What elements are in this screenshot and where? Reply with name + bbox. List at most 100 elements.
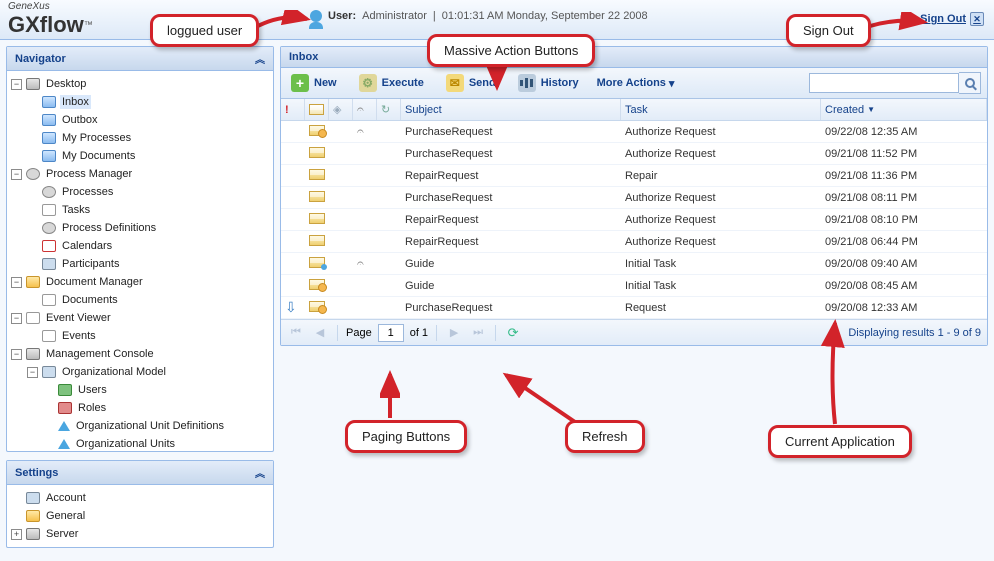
col-subject[interactable]: Subject xyxy=(401,99,621,120)
tree-documents[interactable]: Documents xyxy=(27,291,271,309)
sort-desc-icon: ▼ xyxy=(867,105,875,114)
settings-general[interactable]: General xyxy=(11,507,271,525)
settings-header[interactable]: Settings ︽ xyxy=(7,461,273,485)
signout-icon: ✕ xyxy=(970,12,984,26)
cell-created: 09/21/08 08:11 PM xyxy=(821,192,987,204)
col-attach[interactable]: 𝄐 xyxy=(353,99,377,120)
tree-desktop[interactable]: −Desktop xyxy=(11,75,271,93)
envelope-icon xyxy=(309,147,325,158)
envelope-icon xyxy=(309,301,325,312)
tree-outbox[interactable]: Outbox xyxy=(27,111,271,129)
envelope-icon xyxy=(309,125,325,136)
user-name: Administrator xyxy=(362,10,427,22)
doc-icon xyxy=(42,294,56,306)
table-row[interactable]: ⇩PurchaseRequestRequest09/20/08 12:33 AM xyxy=(281,297,987,319)
table-row[interactable]: GuideInitial Task09/20/08 08:45 AM xyxy=(281,275,987,297)
col-tag[interactable]: ◈ xyxy=(329,99,353,120)
collapse-icon[interactable]: ︽ xyxy=(255,51,265,66)
tree-management-console[interactable]: −Management Console xyxy=(11,345,271,363)
search-button[interactable] xyxy=(959,72,981,94)
tree-event-viewer[interactable]: −Event Viewer xyxy=(11,309,271,327)
divider: | xyxy=(433,10,436,22)
gear-icon xyxy=(26,168,40,180)
tree-calendars[interactable]: Calendars xyxy=(27,237,271,255)
col-refresh[interactable]: ↻ xyxy=(377,99,401,120)
settings-account[interactable]: Account xyxy=(11,489,271,507)
cell-created: 09/21/08 11:36 PM xyxy=(821,170,987,182)
cell-created: 09/22/08 12:35 AM xyxy=(821,126,987,138)
toggle-icon[interactable]: + xyxy=(11,529,22,540)
tree-org-unit-defs[interactable]: Organizational Unit Definitions xyxy=(43,417,271,435)
table-row[interactable]: RepairRequestAuthorize Request09/21/08 0… xyxy=(281,231,987,253)
tree-processes[interactable]: Processes xyxy=(27,183,271,201)
search-input[interactable] xyxy=(809,73,959,93)
signout-link[interactable]: Sign Out ✕ xyxy=(920,12,984,26)
tree-process-definitions[interactable]: Process Definitions xyxy=(27,219,271,237)
tree-tasks[interactable]: Tasks xyxy=(27,201,271,219)
cell-subject: PurchaseRequest xyxy=(401,302,621,314)
toggle-icon[interactable]: − xyxy=(11,169,22,180)
tree-inbox[interactable]: Inbox xyxy=(27,93,271,111)
inbox-title: Inbox xyxy=(289,51,318,63)
col-priority[interactable]: ! xyxy=(281,99,305,120)
page-input[interactable] xyxy=(378,324,404,342)
settings-server[interactable]: +Server xyxy=(11,525,271,543)
desktop-icon xyxy=(26,78,40,90)
envelope-icon xyxy=(309,235,325,246)
pager-next[interactable]: ▶ xyxy=(445,324,463,342)
navigator-tree: −Desktop Inbox Outbox My Processes My Do… xyxy=(7,71,273,451)
logo-main: GXflow xyxy=(8,12,84,37)
tree-org-units[interactable]: Organizational Units xyxy=(43,435,271,451)
folder-icon xyxy=(42,132,56,144)
tree-my-documents[interactable]: My Documents xyxy=(27,147,271,165)
table-row[interactable]: 𝄐PurchaseRequestAuthorize Request09/22/0… xyxy=(281,121,987,143)
cell-subject: Guide xyxy=(401,258,621,270)
settings-tree: Account General +Server xyxy=(7,485,273,547)
table-row[interactable]: RepairRequestRepair09/21/08 11:36 PM xyxy=(281,165,987,187)
toggle-icon[interactable]: − xyxy=(11,349,22,360)
tree-org-model[interactable]: −Organizational Model xyxy=(27,363,271,381)
new-button[interactable]: +New xyxy=(287,72,341,94)
cell-subject: RepairRequest xyxy=(401,236,621,248)
pager-last[interactable]: ⏭ xyxy=(469,324,487,342)
collapse-icon[interactable]: ︽ xyxy=(255,465,265,480)
toggle-icon[interactable]: − xyxy=(11,79,22,90)
doc-icon xyxy=(42,204,56,216)
pager-prev[interactable]: ◀ xyxy=(311,324,329,342)
gear-icon xyxy=(42,222,56,234)
tree-document-manager[interactable]: −Document Manager xyxy=(11,273,271,291)
more-actions-button[interactable]: More Actions▾ xyxy=(597,77,675,90)
grid-header: ! ◈ 𝄐 ↻ Subject Task Created▼ xyxy=(281,99,987,121)
tree-events[interactable]: Events xyxy=(27,327,271,345)
toggle-icon[interactable]: − xyxy=(27,367,38,378)
col-envelope[interactable] xyxy=(305,99,329,120)
org-icon xyxy=(42,366,56,378)
cube-icon xyxy=(58,402,72,414)
table-row[interactable]: PurchaseRequestAuthorize Request09/21/08… xyxy=(281,143,987,165)
pager-refresh[interactable]: ⟳ xyxy=(504,324,522,342)
tree-my-processes[interactable]: My Processes xyxy=(27,129,271,147)
execute-button[interactable]: ⚙Execute xyxy=(355,72,428,94)
col-created[interactable]: Created▼ xyxy=(821,99,987,120)
search-icon xyxy=(965,78,975,88)
paperclip-icon: 𝄐 xyxy=(357,256,364,270)
envelope-icon xyxy=(309,169,325,180)
gear-icon xyxy=(42,186,56,198)
page-of: of 1 xyxy=(410,327,428,339)
table-row[interactable]: PurchaseRequestAuthorize Request09/21/08… xyxy=(281,187,987,209)
pager-first[interactable]: ⏮ xyxy=(287,324,305,342)
folder-icon xyxy=(42,150,56,162)
tree-users[interactable]: Users xyxy=(43,381,271,399)
table-row[interactable]: 𝄐GuideInitial Task09/20/08 09:40 AM xyxy=(281,253,987,275)
col-task[interactable]: Task xyxy=(621,99,821,120)
tree-process-manager[interactable]: −Process Manager xyxy=(11,165,271,183)
tree-roles[interactable]: Roles xyxy=(43,399,271,417)
navigator-header[interactable]: Navigator ︽ xyxy=(7,47,273,71)
tree-participants[interactable]: Participants xyxy=(27,255,271,273)
toggle-icon[interactable]: − xyxy=(11,277,22,288)
inbox-header: Inbox xyxy=(281,47,987,68)
history-button[interactable]: History xyxy=(514,72,583,94)
table-row[interactable]: RepairRequestAuthorize Request09/21/08 0… xyxy=(281,209,987,231)
toggle-icon[interactable]: − xyxy=(11,313,22,324)
cell-created: 09/20/08 12:33 AM xyxy=(821,302,987,314)
